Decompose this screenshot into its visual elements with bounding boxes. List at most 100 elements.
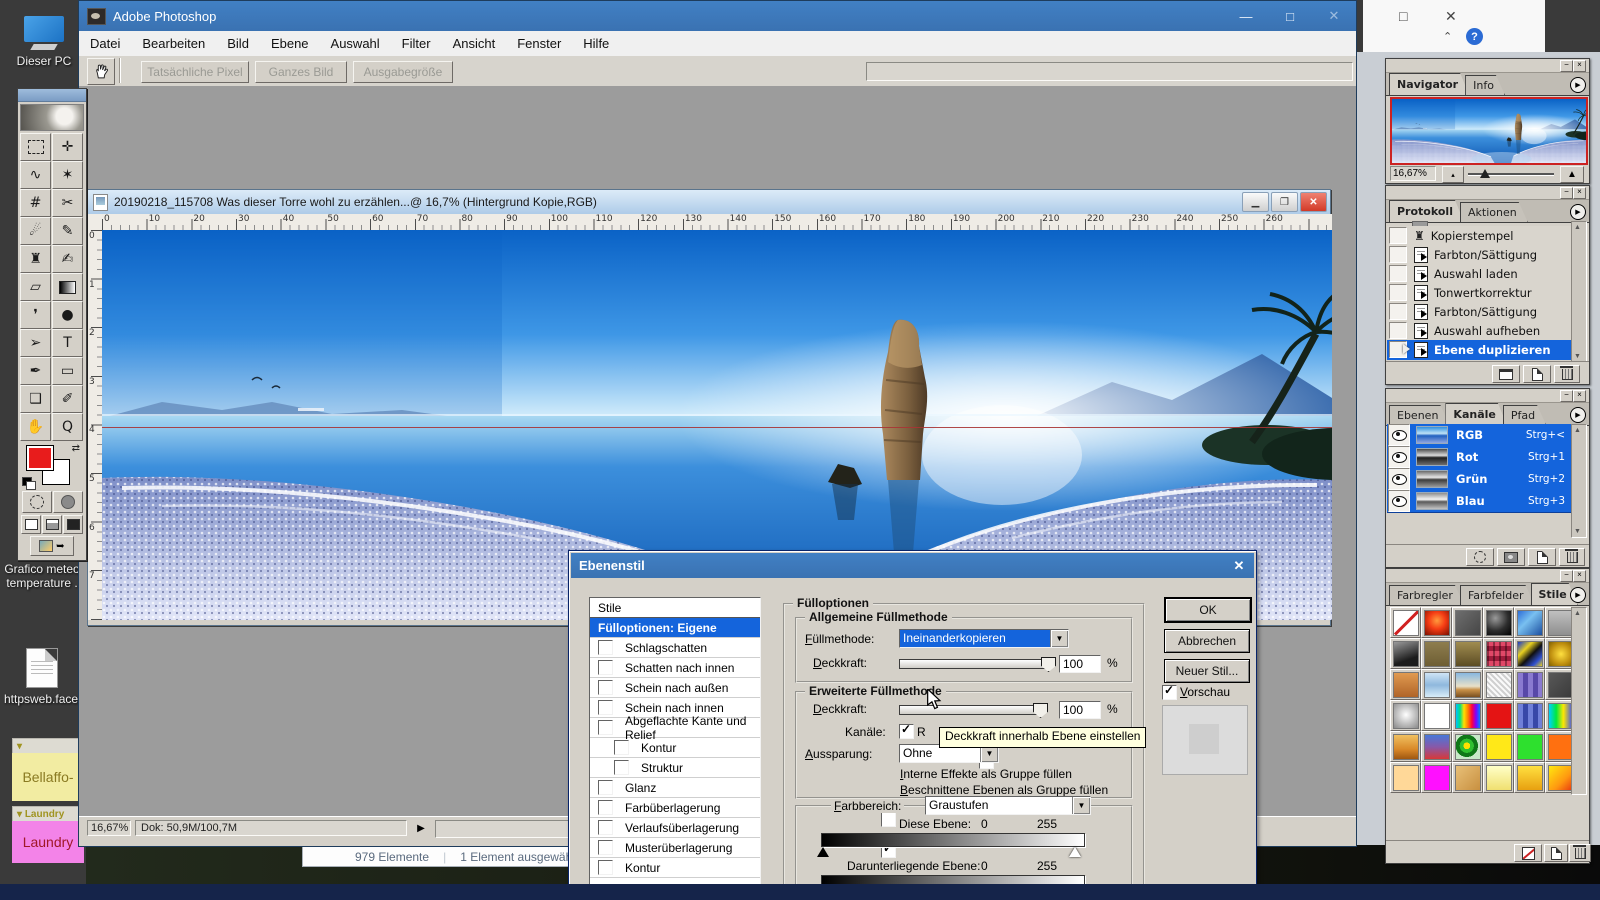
history-item[interactable]: Tonwertkorrektur xyxy=(1387,283,1573,303)
status-popup-button[interactable]: ▶ xyxy=(413,820,429,836)
palette-minimize-icon[interactable]: − xyxy=(1560,187,1573,199)
new-style-button[interactable]: Neuer Stil... xyxy=(1164,659,1250,683)
style-swatch-olive[interactable] xyxy=(1421,638,1452,669)
style-swatch-charcoal-gradient[interactable] xyxy=(1390,638,1421,669)
effect-item-kontur[interactable]: Kontur xyxy=(590,858,760,878)
navigator-proxy-view[interactable] xyxy=(1390,97,1588,165)
options-button-3[interactable]: Ausgabegröße xyxy=(353,61,453,83)
doc-restore-button[interactable]: ❐ xyxy=(1271,192,1298,212)
taskbar-edge[interactable] xyxy=(0,884,1600,900)
effect-checkbox[interactable] xyxy=(598,680,613,695)
tool-eyedropper[interactable]: ✐ xyxy=(52,385,83,413)
menu-filter[interactable]: Filter xyxy=(391,36,442,51)
sticky-note-body[interactable]: Bellaffo- xyxy=(12,753,84,801)
tool-history-brush[interactable]: ✍ xyxy=(52,245,83,273)
tool-zoom[interactable]: Q xyxy=(52,413,83,441)
zoom-slider[interactable] xyxy=(1468,166,1554,181)
visibility-well[interactable] xyxy=(1388,490,1410,512)
bg-help-icon[interactable]: ? xyxy=(1466,28,1483,45)
options-button-2[interactable]: Ganzes Bild xyxy=(255,61,347,83)
fill-opacity-field[interactable]: 100 xyxy=(1059,701,1101,719)
effect-checkbox[interactable] xyxy=(598,840,613,855)
new-snapshot-button[interactable] xyxy=(1523,365,1551,383)
channel-row-blau[interactable]: BlauStrg+3 xyxy=(1387,490,1573,513)
menu-ebene[interactable]: Ebene xyxy=(260,36,320,51)
dialog-close-icon[interactable]: ✕ xyxy=(1228,556,1250,575)
tab-ebenen[interactable]: Ebenen xyxy=(1389,405,1449,425)
document-titlebar[interactable]: 20190218_115708 Was dieser Torre wohl zu… xyxy=(88,190,1330,215)
preview-checkbox[interactable] xyxy=(1162,685,1177,700)
quickmask-mode-button[interactable] xyxy=(53,491,83,513)
palette-titlebar[interactable]: − × xyxy=(1386,389,1589,403)
tool-airbrush[interactable]: ☄ xyxy=(20,217,51,245)
standard-mode-button[interactable] xyxy=(22,491,52,513)
dropdown-arrow-icon[interactable]: ▼ xyxy=(1072,797,1090,814)
palette-titlebar[interactable]: − × xyxy=(1386,569,1589,583)
effect-item-muster-berlagerung[interactable]: Musterüberlagerung xyxy=(590,838,760,858)
style-swatch-peach[interactable] xyxy=(1390,762,1421,793)
menu-auswahl[interactable]: Auswahl xyxy=(320,36,391,51)
tool-crop[interactable]: # xyxy=(20,189,51,217)
sticky-note-body[interactable]: Laundry xyxy=(12,821,84,863)
style-swatch-blue-red[interactable] xyxy=(1421,731,1452,762)
load-selection-button[interactable] xyxy=(1466,548,1494,566)
visibility-well[interactable] xyxy=(1388,424,1410,446)
style-swatch-magenta[interactable] xyxy=(1421,762,1452,793)
tab-info[interactable]: Info xyxy=(1465,75,1505,95)
this-layer-white-slider[interactable] xyxy=(1069,847,1081,857)
history-item[interactable]: Farbton/Sättigung xyxy=(1387,302,1573,322)
tool-type[interactable]: T xyxy=(52,329,83,357)
effect-item-verlaufs-berlagerung[interactable]: Verlaufsüberlagerung xyxy=(590,818,760,838)
fill-opacity-slider[interactable] xyxy=(899,705,1041,715)
tab-kanaele[interactable]: Kanäle xyxy=(1445,403,1506,425)
palette-minimize-icon[interactable]: − xyxy=(1560,390,1573,402)
palette-close-icon[interactable]: × xyxy=(1573,60,1586,72)
tool-gradient[interactable] xyxy=(52,273,83,301)
effect-checkbox[interactable] xyxy=(598,800,613,815)
style-swatch-black-orb[interactable] xyxy=(1483,607,1514,638)
style-swatch-blue-gloss[interactable] xyxy=(1514,607,1545,638)
effect-checkbox[interactable] xyxy=(598,820,613,835)
style-swatch-none[interactable] xyxy=(1390,607,1421,638)
opacity-slider[interactable] xyxy=(899,659,1049,669)
menu-bearbeiten[interactable]: Bearbeiten xyxy=(131,36,216,51)
screen-mode-full-button[interactable] xyxy=(63,515,83,534)
effect-item-schlagschatten[interactable]: Schlagschatten xyxy=(590,638,760,658)
style-swatch-blue-stripes[interactable] xyxy=(1514,700,1545,731)
bg-close-icon[interactable]: ✕ xyxy=(1445,8,1457,25)
palette-close-icon[interactable]: × xyxy=(1573,390,1586,402)
navigator-zoom-field[interactable]: 16,67% xyxy=(1390,166,1436,181)
doc-minimize-button[interactable]: ▁ xyxy=(1242,192,1269,212)
effect-checkbox[interactable] xyxy=(614,760,629,775)
swap-colors-icon[interactable]: ⇄ xyxy=(72,443,80,454)
palette-minimize-icon[interactable]: − xyxy=(1560,570,1573,582)
blend-mode-dropdown[interactable]: Ineinanderkopieren ▼ xyxy=(899,629,1069,648)
tool-pen[interactable]: ✒ xyxy=(20,357,51,385)
default-colors-icon[interactable] xyxy=(22,477,36,489)
palette-close-icon[interactable]: × xyxy=(1573,187,1586,199)
palette-titlebar[interactable]: − × xyxy=(1386,186,1589,200)
delete-history-button[interactable] xyxy=(1554,365,1580,383)
status-zoom-field[interactable]: 16,67% xyxy=(87,820,131,836)
palette-close-icon[interactable]: × xyxy=(1573,570,1586,582)
sticky-note-header[interactable]: ▾ Laundry xyxy=(12,806,88,822)
screen-mode-standard-button[interactable] xyxy=(21,515,41,534)
photoshop-titlebar[interactable]: Adobe Photoshop — □ ✕ xyxy=(79,1,1356,31)
tool-rect-marquee[interactable] xyxy=(20,133,51,161)
style-swatch-orange-glow[interactable] xyxy=(1421,607,1452,638)
bg-collapse-chevron-icon[interactable]: ⌃ xyxy=(1443,30,1452,43)
doc-close-button[interactable]: ✕ xyxy=(1300,192,1327,212)
desktop-icon-httpsweb[interactable]: httpsweb.facel xyxy=(4,648,80,706)
dropdown-arrow-icon[interactable]: ▼ xyxy=(1050,630,1068,647)
tool-shape[interactable]: ▭ xyxy=(52,357,83,385)
style-swatch-olive-brown[interactable] xyxy=(1452,638,1483,669)
this-layer-black-slider[interactable] xyxy=(817,847,829,857)
tool-slice[interactable]: ✂ xyxy=(52,189,83,217)
tool-path-select[interactable]: ➢ xyxy=(20,329,51,357)
tab-farbregler[interactable]: Farbregler xyxy=(1389,585,1464,605)
style-swatch-green-target[interactable] xyxy=(1452,731,1483,762)
style-swatch-blue-yellow-abstract[interactable] xyxy=(1514,638,1545,669)
maximize-button[interactable]: □ xyxy=(1268,2,1312,30)
zoom-out-button[interactable]: ▴ xyxy=(1442,166,1464,183)
styles-scrollbar[interactable]: ▲ xyxy=(1571,607,1587,795)
